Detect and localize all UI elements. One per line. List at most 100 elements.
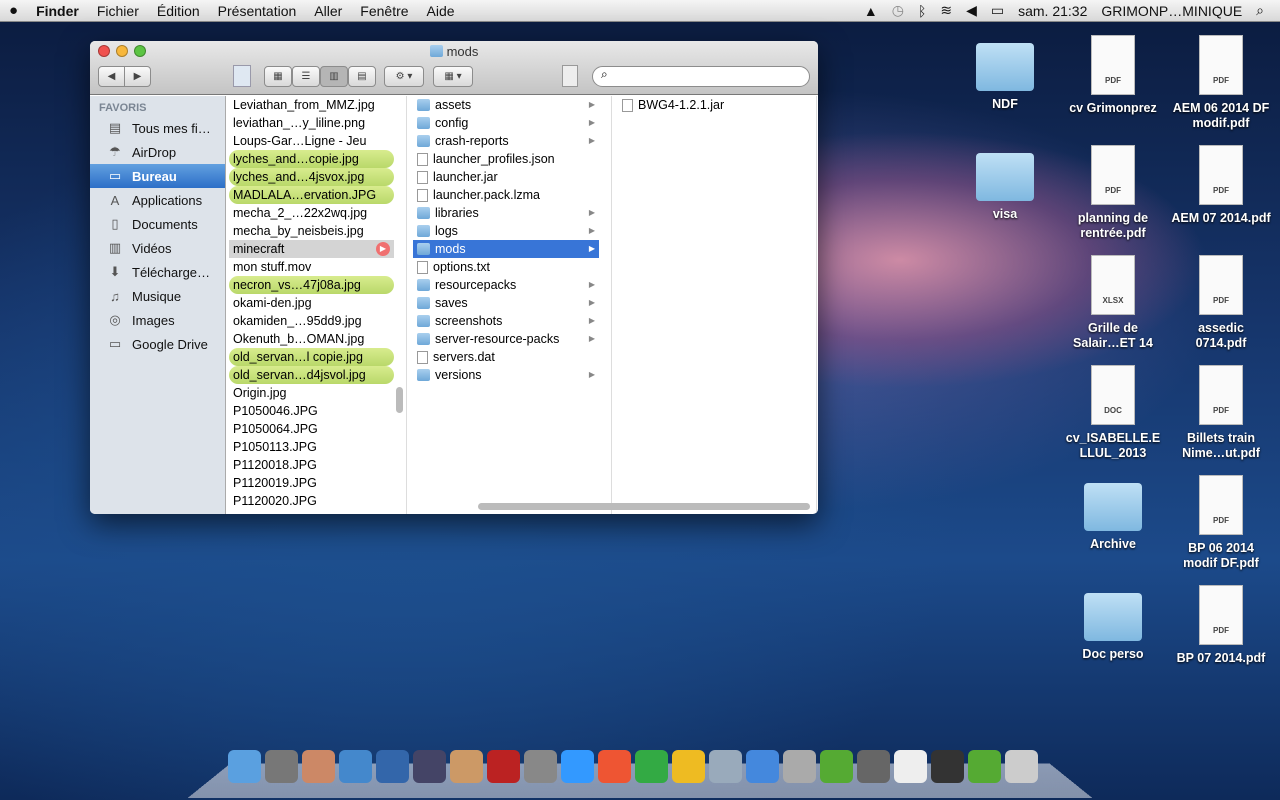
desktop-icon-item[interactable]: PDF BP 06 2014 modif DF.pdf	[1171, 475, 1271, 571]
file-item[interactable]: Okenuth_b…OMAN.jpg	[229, 330, 394, 348]
dock-app-icon[interactable]	[857, 750, 890, 783]
time-machine-icon[interactable]: ◷	[892, 2, 904, 19]
arrange-menu-button[interactable]: ▦ ▾	[433, 66, 473, 87]
dock-app-icon[interactable]	[413, 750, 446, 783]
folder-item[interactable]: mods ▶	[413, 240, 599, 258]
folder-item[interactable]: config ▶	[413, 114, 599, 132]
sidebar-item[interactable]: ▭ Google Drive	[90, 332, 225, 356]
file-item[interactable]: P1050113.JPG	[229, 438, 394, 456]
file-item[interactable]: MADLALA…ervation.JPG	[229, 186, 394, 204]
dock-app-icon[interactable]	[228, 750, 261, 783]
desktop-icon-item[interactable]: PDF Billets train Nime…ut.pdf	[1171, 365, 1271, 461]
dock-app-icon[interactable]	[598, 750, 631, 783]
dock-app-icon[interactable]	[487, 750, 520, 783]
file-item[interactable]: mon stuff.mov	[229, 258, 394, 276]
sidebar-item[interactable]: ☂ AirDrop	[90, 140, 225, 164]
desktop-icon-item[interactable]: PDF BP 07 2014.pdf	[1171, 585, 1271, 666]
sidebar-item[interactable]: ▥ Vidéos	[90, 236, 225, 260]
file-item[interactable]: leviathan_…y_liline.png	[229, 114, 394, 132]
file-item[interactable]: options.txt	[413, 258, 599, 276]
battery-icon[interactable]: ▭	[991, 2, 1004, 19]
menu-aller[interactable]: Aller	[305, 3, 351, 19]
desktop-icon-item[interactable]: NDF	[955, 35, 1055, 112]
dock-app-icon[interactable]	[746, 750, 779, 783]
file-item[interactable]: old_servan…l copie.jpg	[229, 348, 394, 366]
file-item[interactable]: old_servan…d4jsvol.jpg	[229, 366, 394, 384]
file-item[interactable]: Leviathan_from_MMZ.jpg	[229, 96, 394, 114]
dock-app-icon[interactable]	[931, 750, 964, 783]
dock-app-icon[interactable]	[635, 750, 668, 783]
spotlight-icon[interactable]: ⌕	[1256, 2, 1264, 19]
file-item[interactable]: necron_vs…47j08a.jpg	[229, 276, 394, 294]
file-item[interactable]: P1050064.JPG	[229, 420, 394, 438]
folder-item[interactable]: assets ▶	[413, 96, 599, 114]
desktop-icon-item[interactable]: PDF cv Grimonprez	[1063, 35, 1163, 116]
dock-app-icon[interactable]	[339, 750, 372, 783]
dock-app-icon[interactable]	[894, 750, 927, 783]
sidebar-item[interactable]: ▭ Bureau	[90, 164, 225, 188]
view-columns-button[interactable]: ▥	[320, 66, 348, 87]
folder-item[interactable]: minecraft ▶	[229, 240, 394, 258]
folder-item[interactable]: saves ▶	[413, 294, 599, 312]
user-menu[interactable]: GRIMONP…MINIQUE	[1101, 3, 1242, 19]
wifi-icon[interactable]: ≋	[940, 2, 952, 19]
file-item[interactable]: okamiden_…95dd9.jpg	[229, 312, 394, 330]
desktop-icon-item[interactable]: XLSX Grille de Salair…ET 14	[1063, 255, 1163, 351]
desktop-icon-item[interactable]: PDF AEM 07 2014.pdf	[1171, 145, 1271, 226]
menu-finder[interactable]: Finder	[27, 3, 88, 19]
file-item[interactable]: Origin.jpg	[229, 384, 394, 402]
file-item[interactable]: launcher.jar	[413, 168, 599, 186]
menu-aide[interactable]: Aide	[418, 3, 464, 19]
menu-fichier[interactable]: Fichier	[88, 3, 148, 19]
google-drive-icon[interactable]: ▲	[864, 3, 878, 19]
png-file-icon[interactable]	[562, 65, 578, 87]
apple-menu-icon[interactable]: ●	[0, 2, 27, 19]
file-item[interactable]: servers.dat	[413, 348, 599, 366]
desktop-icon-item[interactable]: visa	[955, 145, 1055, 222]
menu-fenetre[interactable]: Fenêtre	[351, 3, 417, 19]
desktop-icon-item[interactable]: Archive	[1063, 475, 1163, 552]
file-item[interactable]: Loups-Gar…Ligne - Jeu	[229, 132, 394, 150]
view-icon-button[interactable]: ▦	[264, 66, 292, 87]
action-menu-button[interactable]: ⚙ ▾	[384, 66, 424, 87]
clock[interactable]: sam. 21:32	[1018, 3, 1087, 19]
path-icon[interactable]	[233, 65, 251, 87]
file-item[interactable]: mecha_2_…22x2wq.jpg	[229, 204, 394, 222]
view-coverflow-button[interactable]: ▤	[348, 66, 376, 87]
sidebar-item[interactable]: ▤ Tous mes fi…	[90, 116, 225, 140]
forward-button[interactable]: ▶	[124, 66, 151, 87]
file-item[interactable]: okami-den.jpg	[229, 294, 394, 312]
bluetooth-icon[interactable]: ᛒ	[918, 3, 926, 19]
file-item[interactable]: BWG4-1.2.1.jar	[618, 96, 804, 114]
sidebar-item[interactable]: ◎ Images	[90, 308, 225, 332]
file-item[interactable]: P1050046.JPG	[229, 402, 394, 420]
folder-item[interactable]: resourcepacks ▶	[413, 276, 599, 294]
desktop-icon-item[interactable]: PDF AEM 06 2014 DF modif.pdf	[1171, 35, 1271, 131]
dock-app-icon[interactable]	[302, 750, 335, 783]
sidebar-item[interactable]: ⬇ Télécharge…	[90, 260, 225, 284]
menu-presentation[interactable]: Présentation	[209, 3, 306, 19]
desktop-icon-item[interactable]: PDF planning de rentrée.pdf	[1063, 145, 1163, 241]
file-item[interactable]: lyches_and…copie.jpg	[229, 150, 394, 168]
sidebar-item[interactable]: ♫ Musique	[90, 284, 225, 308]
dock-app-icon[interactable]	[524, 750, 557, 783]
folder-item[interactable]: libraries ▶	[413, 204, 599, 222]
sidebar-item[interactable]: A Applications	[90, 188, 225, 212]
dock-app-icon[interactable]	[376, 750, 409, 783]
dock-app-icon[interactable]	[672, 750, 705, 783]
file-item[interactable]: P1120018.JPG	[229, 456, 394, 474]
folder-item[interactable]: crash-reports ▶	[413, 132, 599, 150]
dock-app-icon[interactable]	[450, 750, 483, 783]
file-item[interactable]: launcher_profiles.json	[413, 150, 599, 168]
horizontal-scrollbar[interactable]	[478, 503, 810, 510]
dock-app-icon[interactable]	[709, 750, 742, 783]
folder-item[interactable]: screenshots ▶	[413, 312, 599, 330]
dock-app-icon[interactable]	[1005, 750, 1038, 783]
search-input[interactable]: ⌕	[592, 66, 810, 87]
desktop-icon-item[interactable]: PDF assedic 0714.pdf	[1171, 255, 1271, 351]
folder-item[interactable]: server-resource-packs ▶	[413, 330, 599, 348]
dock-app-icon[interactable]	[968, 750, 1001, 783]
dock-app-icon[interactable]	[561, 750, 594, 783]
column1-scrollbar[interactable]	[396, 387, 403, 413]
folder-item[interactable]: versions ▶	[413, 366, 599, 384]
